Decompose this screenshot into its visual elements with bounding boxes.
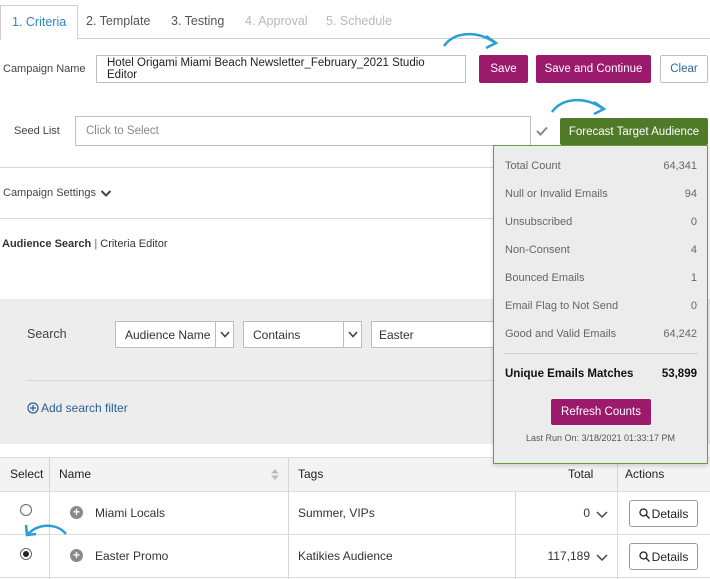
row-select-radio[interactable] [20,548,32,560]
seed-list-select[interactable]: Click to Select [75,116,531,146]
row-total: 117,189 [547,549,591,563]
chevron-down-icon [100,189,112,197]
criteria-editor-link[interactable]: Criteria Editor [100,238,167,250]
divider [0,167,494,168]
forecast-stat-good-valid: Good and Valid Emails 64,242 [505,328,697,340]
table-row: + Easter Promo Katikies Audience 117,189… [0,535,710,578]
tab-schedule: 5. Schedule [326,14,393,28]
search-label: Search [27,327,67,341]
forecast-target-audience-button[interactable]: Forecast Target Audience [560,118,708,145]
annotation-arrow-save [442,33,499,50]
plus-circle-icon [27,402,39,414]
audience-search-title: Audience Search [2,238,92,250]
chevron-down-icon[interactable] [596,554,608,562]
search-field-select[interactable]: Audience Name [115,321,234,348]
check-icon [536,126,548,136]
row-name: Easter Promo [95,549,169,563]
heading-separator: | [91,238,101,250]
column-header-select: Select [10,467,44,481]
search-field-value: Audience Name [125,327,211,342]
sort-icon[interactable] [271,469,279,480]
details-label: Details [651,549,689,564]
search-icon [639,551,650,562]
chevron-down-icon [343,322,361,347]
chevron-down-icon[interactable] [596,511,608,519]
last-run-timestamp: Last Run On: 3/18/2021 01:33:17 PM [525,433,676,443]
forecast-stat-non-consent: Non-Consent 4 [505,244,697,256]
audience-search-heading: Audience Search | Criteria Editor [2,238,168,250]
clear-button[interactable]: Clear [660,55,708,83]
search-icon [639,508,650,519]
search-operator-value: Contains [253,327,301,342]
add-search-filter-label: Add search filter [41,401,128,415]
save-and-continue-button[interactable]: Save and Continue [536,55,651,83]
details-button[interactable]: Details [629,543,698,570]
column-header-tags: Tags [298,467,324,481]
annotation-arrow-forecast [550,99,607,116]
search-divider [27,380,495,381]
campaign-settings-label: Campaign Settings [3,187,96,199]
row-total: 0 [583,506,590,520]
divider [0,218,494,219]
add-search-filter-link[interactable]: Add search filter [27,401,128,415]
expand-plus-icon[interactable]: + [70,506,83,519]
wizard-tabs: 1. Criteria 2. Template 3. Testing 4. Ap… [0,0,710,40]
popup-divider [504,353,698,354]
row-tags: Katikies Audience [298,549,393,563]
search-operator-select[interactable]: Contains [243,321,362,348]
table-row: + Miami Locals Summer, VIPs 0 Details [0,492,710,535]
search-value-input[interactable]: Easter [371,321,495,348]
chevron-down-icon [215,322,233,347]
forecast-stat-unique-matches: Unique Emails Matches 53,899 [505,368,697,380]
tab-approval: 4. Approval [245,14,308,28]
campaign-name-input[interactable]: Hotel Origami Miami Beach Newsletter_Feb… [96,55,466,83]
forecast-stat-bounced: Bounced Emails 1 [505,272,697,284]
tab-criteria[interactable]: 1. Criteria [0,5,79,40]
save-button[interactable]: Save [479,55,528,83]
row-name: Miami Locals [95,506,166,520]
campaign-settings-toggle[interactable]: Campaign Settings [3,187,112,199]
forecast-stat-unsubscribed: Unsubscribed 0 [505,216,697,228]
forecast-stat-total-count: Total Count 64,341 [505,160,697,172]
forecast-stat-null-invalid: Null or Invalid Emails 94 [505,188,697,200]
tab-testing[interactable]: 3. Testing [160,6,235,39]
forecast-popup: Total Count 64,341 Null or Invalid Emails… [493,145,708,464]
row-tags: Summer, VIPs [298,506,375,520]
refresh-counts-button[interactable]: Refresh Counts [551,399,651,425]
forecast-stat-do-not-send: Email Flag to Not Send 0 [505,300,697,312]
details-label: Details [651,506,689,521]
seed-list-label: Seed List [14,125,60,137]
expand-plus-icon[interactable]: + [70,549,83,562]
annotation-arrow-radio [24,524,67,537]
details-button[interactable]: Details [629,500,698,527]
column-header-name[interactable]: Name [59,458,91,491]
tab-template[interactable]: 2. Template [75,6,161,39]
campaign-name-label: Campaign Name [3,63,86,75]
row-select-radio[interactable] [20,504,32,516]
